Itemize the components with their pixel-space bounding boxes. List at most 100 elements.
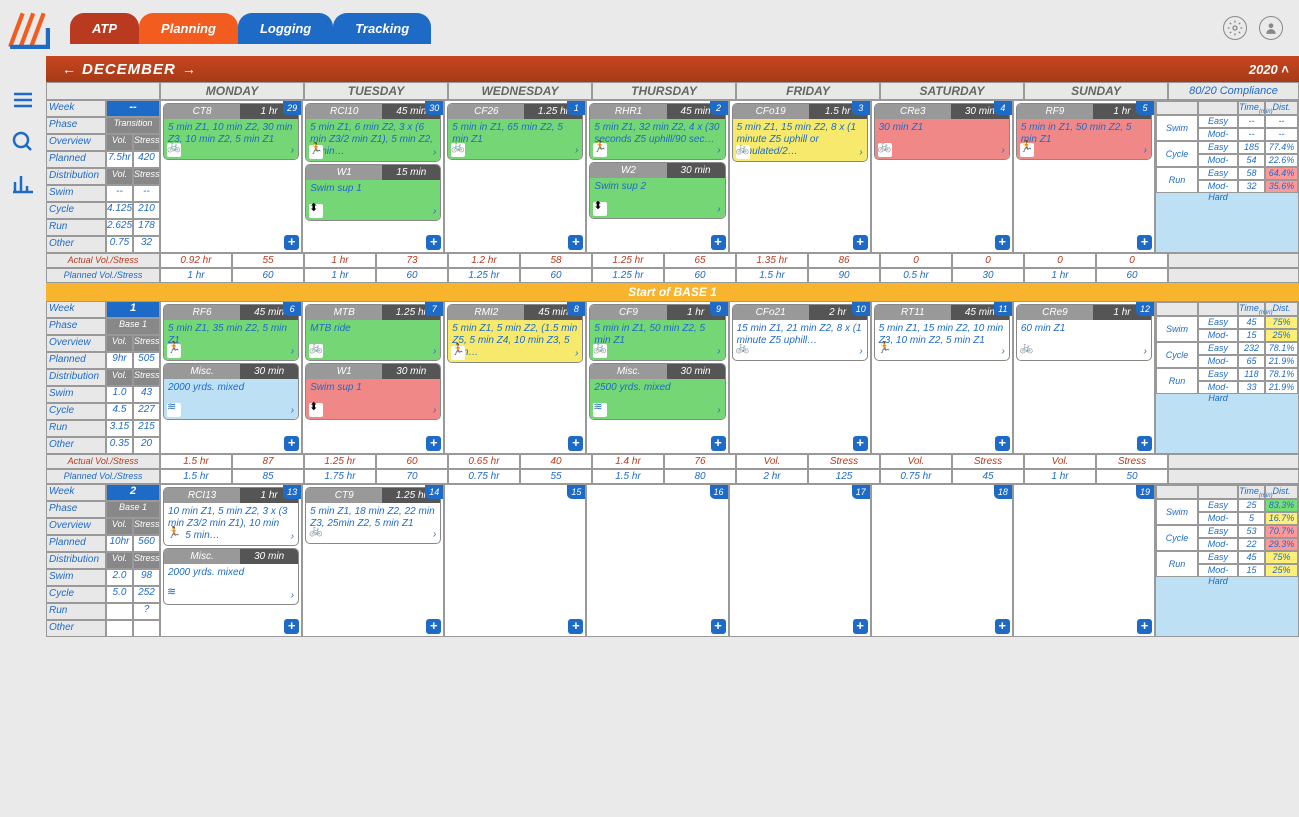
workout-card[interactable]: Misc.30 min 2000 yrds. mixed› bbox=[163, 548, 299, 605]
run-icon bbox=[593, 143, 607, 157]
add-workout-button[interactable]: + bbox=[284, 235, 299, 250]
bike-icon bbox=[309, 527, 323, 541]
week-number[interactable]: 1 bbox=[106, 301, 160, 318]
day-number: 1 bbox=[567, 101, 585, 115]
bike-icon bbox=[593, 344, 607, 358]
workout-card[interactable]: RF91 hr 5 min in Z1, 50 min Z2, 5 min Z1… bbox=[1016, 103, 1152, 160]
bike-icon bbox=[167, 143, 181, 157]
add-workout-button[interactable]: + bbox=[426, 619, 441, 634]
add-workout-button[interactable]: + bbox=[853, 436, 868, 451]
day-cell: 3 CFo191.5 hr 5 min Z1, 15 min Z2, 8 x (… bbox=[729, 100, 871, 253]
tab-logging[interactable]: Logging bbox=[238, 13, 333, 44]
add-workout-button[interactable]: + bbox=[1137, 619, 1152, 634]
prev-month-arrow[interactable]: ← bbox=[56, 61, 82, 77]
day-number: 14 bbox=[425, 485, 443, 499]
run-icon bbox=[878, 344, 892, 358]
user-icon[interactable] bbox=[1259, 16, 1283, 40]
add-workout-button[interactable]: + bbox=[995, 619, 1010, 634]
add-workout-button[interactable]: + bbox=[426, 235, 441, 250]
bike-icon bbox=[878, 143, 892, 157]
search-icon[interactable] bbox=[9, 128, 37, 156]
day-number: 9 bbox=[710, 302, 728, 316]
week-number[interactable]: 2 bbox=[106, 484, 160, 501]
bike-icon bbox=[736, 145, 750, 159]
workout-card[interactable]: CT91.25 hr 5 min Z1, 18 min Z2, 22 min Z… bbox=[305, 487, 441, 544]
run-icon bbox=[451, 346, 465, 360]
add-workout-button[interactable]: + bbox=[568, 235, 583, 250]
workout-card[interactable]: CRe91 hr 60 min Z1› bbox=[1016, 304, 1152, 361]
swim-icon bbox=[593, 403, 607, 417]
day-cell: 14 CT91.25 hr 5 min Z1, 18 min Z2, 22 mi… bbox=[302, 484, 444, 637]
phase-label: Base 1 bbox=[106, 501, 160, 518]
add-workout-button[interactable]: + bbox=[426, 436, 441, 451]
add-workout-button[interactable]: + bbox=[284, 619, 299, 634]
bike-icon bbox=[451, 143, 465, 157]
run-icon bbox=[1020, 143, 1034, 157]
add-workout-button[interactable]: + bbox=[853, 235, 868, 250]
phase-label: Base 1 bbox=[106, 318, 160, 335]
day-cell: 19 + bbox=[1013, 484, 1155, 637]
next-month-arrow[interactable]: → bbox=[176, 61, 202, 77]
add-workout-button[interactable]: + bbox=[1137, 436, 1152, 451]
workout-card[interactable]: W115 min Swim sup 1› bbox=[305, 164, 441, 221]
compliance-panel: Time(min)Dist. Swim Easy4575% Mod-Hard15… bbox=[1155, 301, 1299, 454]
tab-planning[interactable]: Planning bbox=[139, 13, 238, 44]
day-header: TUESDAY bbox=[304, 82, 448, 100]
week-number[interactable]: -- bbox=[106, 100, 160, 117]
phase-bar: Start of BASE 1 bbox=[46, 283, 1299, 301]
tab-atp[interactable]: ATP bbox=[70, 13, 139, 44]
workout-card[interactable]: CT81 hr 5 min Z1, 10 min Z2, 30 min Z3, … bbox=[163, 103, 299, 160]
add-workout-button[interactable]: + bbox=[568, 436, 583, 451]
bike-icon bbox=[309, 344, 323, 358]
day-cell: 18 + bbox=[871, 484, 1013, 637]
phase-label: Transition bbox=[106, 117, 160, 134]
bike-icon bbox=[736, 344, 750, 358]
year-selector[interactable]: 2020 ˄ bbox=[1249, 62, 1289, 77]
month-label: DECEMBER bbox=[82, 61, 176, 78]
swim-icon bbox=[167, 403, 181, 417]
workout-card[interactable]: RCI1045 min 5 min Z1, 6 min Z2, 3 x (6 m… bbox=[305, 103, 441, 162]
day-cell: 29 CT81 hr 5 min Z1, 10 min Z2, 30 min Z… bbox=[160, 100, 302, 253]
add-workout-button[interactable]: + bbox=[711, 235, 726, 250]
add-workout-button[interactable]: + bbox=[853, 619, 868, 634]
day-header: SUNDAY bbox=[1024, 82, 1168, 100]
workout-card[interactable]: RCI131 hr 10 min Z1, 5 min Z2, 3 x (3 mi… bbox=[163, 487, 299, 546]
add-workout-button[interactable]: + bbox=[284, 436, 299, 451]
workout-card[interactable]: RF645 min 5 min Z1, 35 min Z2, 5 min Z1› bbox=[163, 304, 299, 361]
day-cell: 30 RCI1045 min 5 min Z1, 6 min Z2, 3 x (… bbox=[302, 100, 444, 253]
day-number: 2 bbox=[710, 101, 728, 115]
workout-card[interactable]: CRe330 min 30 min Z1› bbox=[874, 103, 1010, 160]
add-workout-button[interactable]: + bbox=[995, 235, 1010, 250]
workout-card[interactable]: CFo191.5 hr 5 min Z1, 15 min Z2, 8 x (1 … bbox=[732, 103, 868, 162]
compliance-panel: Time(min)Dist. Swim Easy2583.3% Mod-Hard… bbox=[1155, 484, 1299, 637]
workout-card[interactable]: CFo212 hr 15 min Z1, 21 min Z2, 8 x (1 m… bbox=[732, 304, 868, 361]
workout-card[interactable]: RHR145 min 5 min Z1, 32 min Z2, 4 x (30 … bbox=[589, 103, 725, 160]
add-workout-button[interactable]: + bbox=[711, 436, 726, 451]
workout-card[interactable]: RMI245 min 5 min Z1, 5 min Z2, (1.5 min … bbox=[447, 304, 583, 363]
menu-icon[interactable] bbox=[9, 86, 37, 114]
str-icon bbox=[309, 204, 323, 218]
chart-icon[interactable] bbox=[9, 170, 37, 198]
workout-card[interactable]: CF91 hr 5 min in Z1, 50 min Z2, 5 min Z1… bbox=[589, 304, 725, 361]
workout-card[interactable]: Misc.30 min 2500 yrds. mixed› bbox=[589, 363, 725, 420]
settings-icon[interactable] bbox=[1223, 16, 1247, 40]
add-workout-button[interactable]: + bbox=[568, 619, 583, 634]
workout-card[interactable]: MTB1.25 hr MTB ride› bbox=[305, 304, 441, 361]
workout-card[interactable]: W130 min Swim sup 1› bbox=[305, 363, 441, 420]
add-workout-button[interactable]: + bbox=[1137, 235, 1152, 250]
str-icon bbox=[309, 403, 323, 417]
day-header: WEDNESDAY bbox=[448, 82, 592, 100]
day-number: 30 bbox=[425, 101, 443, 115]
day-number: 18 bbox=[994, 485, 1012, 499]
tab-tracking[interactable]: Tracking bbox=[333, 13, 431, 44]
compliance-header: 80/20 Compliance bbox=[1168, 82, 1299, 100]
add-workout-button[interactable]: + bbox=[711, 619, 726, 634]
workout-card[interactable]: W230 min Swim sup 2› bbox=[589, 162, 725, 219]
workout-card[interactable]: CF261.25 hr 5 min in Z1, 65 min Z2, 5 mi… bbox=[447, 103, 583, 160]
day-number: 5 bbox=[1136, 101, 1154, 115]
workout-card[interactable]: RT1145 min 5 min Z1, 15 min Z2, 10 min Z… bbox=[874, 304, 1010, 361]
day-cell: 12 CRe91 hr 60 min Z1› + bbox=[1013, 301, 1155, 454]
day-header: FRIDAY bbox=[736, 82, 880, 100]
workout-card[interactable]: Misc.30 min 2000 yrds. mixed› bbox=[163, 363, 299, 420]
add-workout-button[interactable]: + bbox=[995, 436, 1010, 451]
